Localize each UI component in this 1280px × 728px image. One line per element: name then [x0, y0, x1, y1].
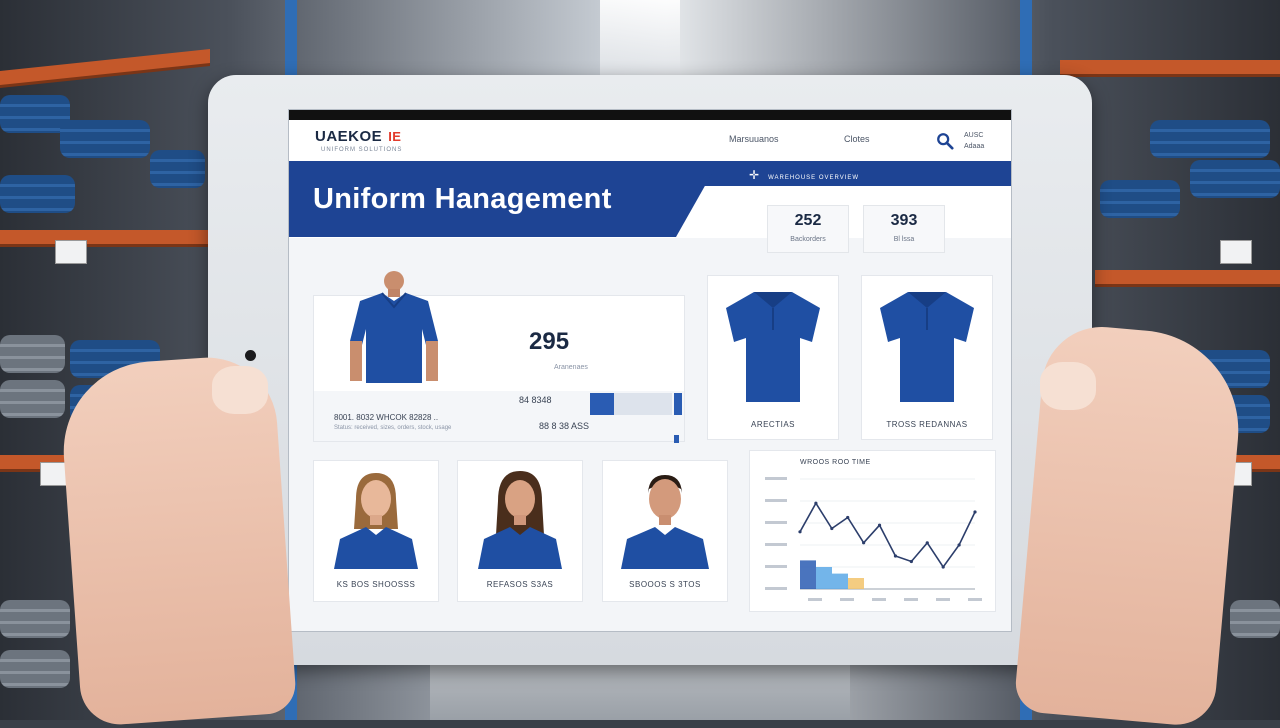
- progress-track: [614, 393, 672, 415]
- nav-item-1[interactable]: Marsuuanos: [729, 134, 779, 144]
- y-tick-label: [765, 543, 787, 546]
- footer-value: 84 8348: [519, 395, 552, 405]
- hero-right-text: WAREHOUSE OVERVIEW: [768, 175, 860, 181]
- progress-segment: [674, 435, 679, 443]
- staff-label: KS BOS SHOOSSS: [336, 580, 416, 589]
- summary-value: 295: [529, 328, 570, 355]
- x-tick-label: [968, 598, 982, 601]
- staff-photo: [478, 471, 562, 569]
- staff-card[interactable]: REFASOS S3AS: [457, 460, 583, 602]
- staff-photo: [621, 475, 709, 569]
- chart-point: [877, 523, 882, 527]
- page-title: Uniform Hanagement: [313, 183, 612, 215]
- polo-shirt-image: [726, 292, 820, 402]
- y-tick-label: [765, 587, 787, 590]
- top-right-menu[interactable]: AUSC Adaaa: [964, 130, 984, 152]
- chart-point: [798, 530, 802, 534]
- summary-footer: 84 8348 88 8 38 ASS 8001. 8032 WHCOK 828…: [314, 391, 684, 443]
- search-icon[interactable]: [936, 132, 954, 150]
- product-card[interactable]: TROSS REDANNAS: [861, 275, 993, 440]
- logo-subtitle: UNIFORM SOLUTIONS: [321, 147, 403, 153]
- app-logo[interactable]: UAEKOE IE: [315, 128, 401, 145]
- product-label: TROSS REDANNAS: [886, 420, 968, 429]
- y-tick-label: [765, 521, 787, 524]
- y-tick-label: [765, 565, 787, 568]
- chart-point: [973, 510, 977, 514]
- tablet-device: UAEKOE IE UNIFORM SOLUTIONS Marsuuanos Cl…: [208, 75, 1092, 665]
- top-navigation-bar: UAEKOE IE UNIFORM SOLUTIONS Marsuuanos Cl…: [289, 120, 1011, 162]
- stat-value: 252: [794, 212, 822, 229]
- chart-card[interactable]: WROOS ROO TIME: [749, 450, 996, 612]
- hero-right-label: ✛ WAREHOUSE OVERVIEW: [749, 168, 859, 182]
- chart-point: [957, 543, 961, 547]
- line-chart: [765, 477, 982, 601]
- stat-card-2[interactable]: 393 Bl lssa: [863, 205, 945, 253]
- chart-point: [909, 559, 913, 564]
- right-thumbnail: [1040, 362, 1096, 410]
- staff-photo: [334, 473, 418, 569]
- chart-bar: [832, 573, 848, 589]
- footer-value: 88 8 38 ASS: [539, 421, 590, 431]
- progress-segment: [590, 393, 614, 415]
- x-tick-label: [872, 598, 886, 601]
- status-bar: [289, 110, 1011, 120]
- footer-line: 8001. 8032 WHCOK 82828 ..: [334, 413, 439, 422]
- top-right-item-1: AUSC: [964, 132, 984, 139]
- stat-label: Backorders: [790, 236, 826, 243]
- chart-point: [862, 541, 866, 545]
- staff-label: REFASOS S3AS: [486, 580, 554, 589]
- chart-point: [830, 526, 834, 531]
- chart-point: [941, 565, 945, 569]
- staff-card[interactable]: SBOOOS S 3TOS: [602, 460, 728, 602]
- x-tick-label: [936, 598, 950, 601]
- chart-point: [925, 541, 929, 545]
- camera-icon: [245, 350, 256, 361]
- left-hand: [57, 352, 298, 728]
- left-thumbnail: [212, 366, 268, 414]
- progress-segment: [674, 393, 682, 415]
- footer-subline: Status: received, sizes, orders, stock, …: [334, 425, 452, 431]
- stat-value: 393: [890, 212, 918, 229]
- x-tick-label: [840, 598, 854, 601]
- chart-point: [846, 515, 850, 520]
- summary-label: Aranenaes: [554, 364, 588, 371]
- logo-mark: IE: [388, 129, 402, 144]
- warehouse-floor: [430, 660, 850, 720]
- plus-icon[interactable]: ✛: [749, 168, 760, 182]
- staff-card[interactable]: KS BOS SHOOSSS: [313, 460, 439, 602]
- chart-point: [893, 554, 898, 558]
- nav-item-2[interactable]: Clotes: [844, 134, 870, 144]
- tablet-screen: UAEKOE IE UNIFORM SOLUTIONS Marsuuanos Cl…: [288, 109, 1012, 632]
- top-right-item-2: Adaaa: [964, 143, 985, 150]
- summary-card[interactable]: 295 Aranenaes 84 8348 88 8 38 ASS 8001. …: [313, 271, 685, 443]
- stat-card-1[interactable]: 252 Backorders: [767, 205, 849, 253]
- y-tick-label: [765, 499, 787, 502]
- uniform-model-image: [350, 271, 438, 383]
- x-tick-label: [808, 598, 822, 601]
- chart-point: [814, 501, 818, 505]
- logo-text: UAEKOE: [315, 128, 383, 145]
- chart-bar: [800, 560, 816, 589]
- chart-series-line: [799, 501, 976, 569]
- polo-shirt-image: [880, 292, 974, 402]
- staff-label: SBOOOS S 3TOS: [629, 580, 701, 589]
- chart-bar: [848, 578, 864, 589]
- y-tick-label: [765, 477, 787, 480]
- product-card[interactable]: ARECTIAS: [707, 275, 839, 440]
- chart-bar: [816, 567, 832, 589]
- stat-label: Bl lssa: [893, 236, 915, 243]
- x-tick-label: [904, 598, 918, 601]
- product-label: ARECTIAS: [750, 420, 795, 429]
